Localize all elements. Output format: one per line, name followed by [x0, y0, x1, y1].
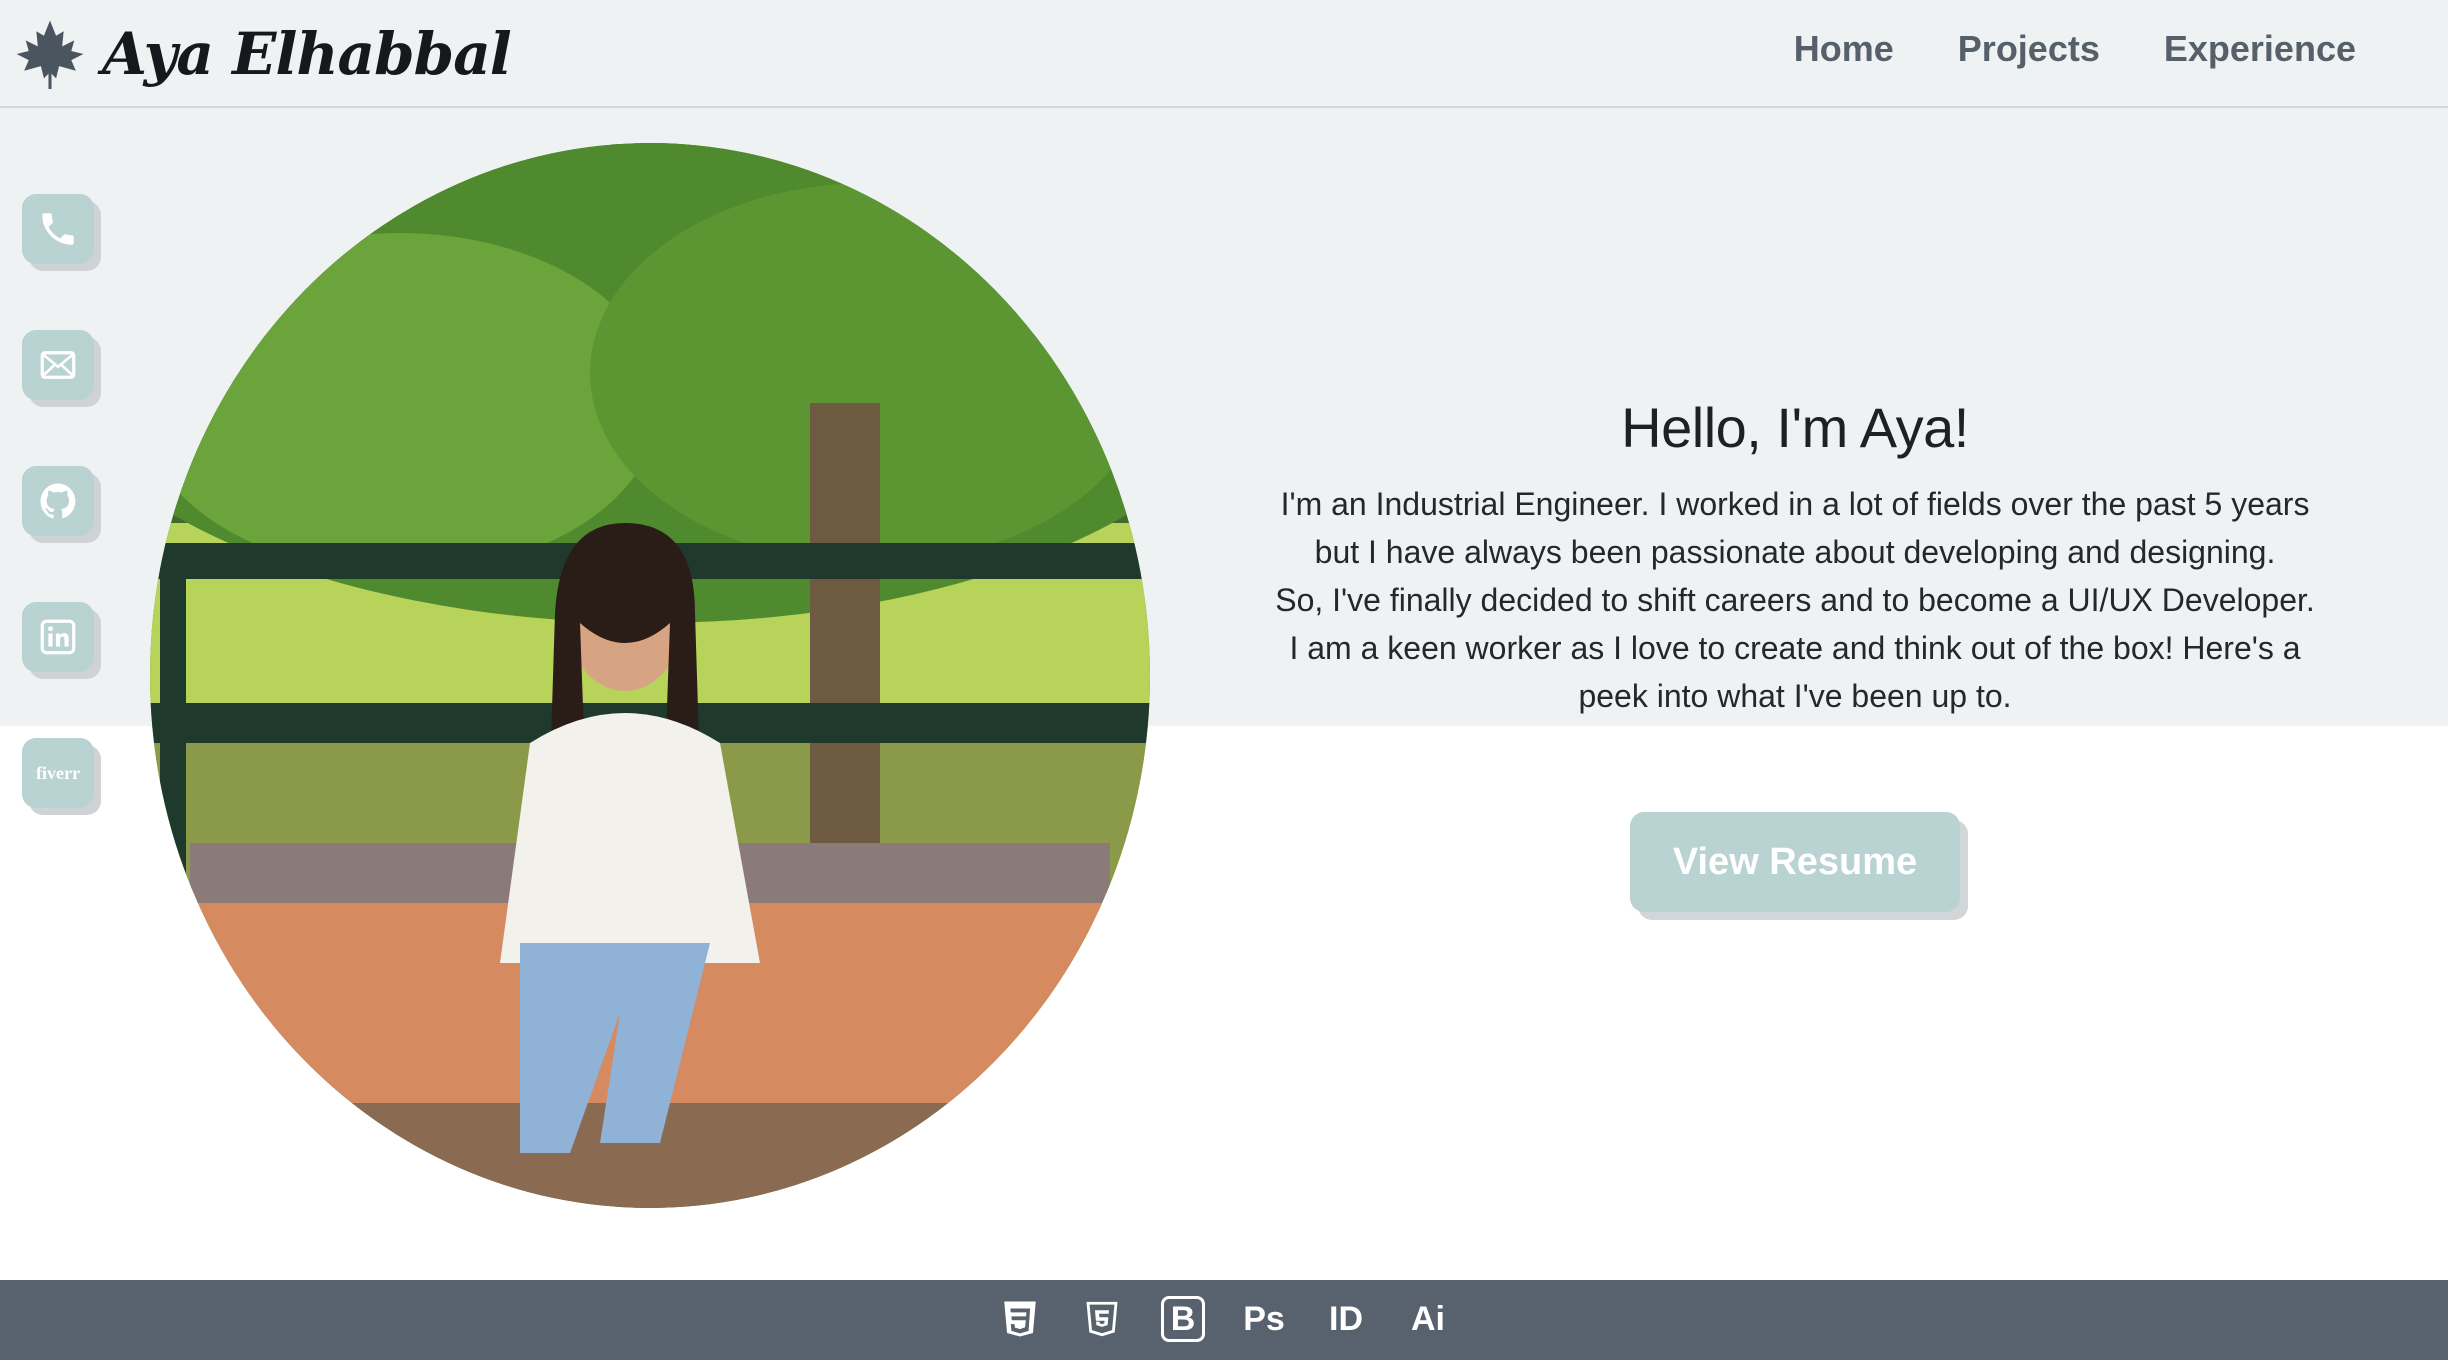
mail-icon [40, 351, 76, 379]
nav-experience[interactable]: Experience [2164, 28, 2356, 70]
phone-icon [42, 213, 74, 245]
photoshop-icon: Ps [1243, 1299, 1285, 1338]
github-button[interactable] [22, 466, 94, 536]
intro-text: I'm an Industrial Engineer. I worked in … [1230, 480, 2360, 720]
maple-leaf-icon [16, 20, 84, 89]
brand[interactable]: Aya Elhabbal [12, 12, 512, 96]
intro-line: So, I've finally decided to shift career… [1275, 582, 2315, 618]
illustrator-icon: Ai [1411, 1299, 1445, 1338]
tech-stack: B Ps ID Ai [0, 1296, 2448, 1342]
phone-button[interactable] [22, 194, 94, 264]
profile-photo [150, 143, 1150, 1208]
github-icon [40, 483, 76, 519]
nav-home[interactable]: Home [1794, 28, 1894, 70]
footer: B Ps ID Ai [0, 1280, 2448, 1360]
intro-line: but I have always been passionate about … [1314, 534, 2276, 570]
brand-name: Aya Elhabbal [102, 20, 512, 88]
view-resume-button[interactable]: View Resume [1630, 812, 1960, 912]
nav-links: Home Projects Experience [1794, 28, 2356, 70]
html5-icon [1079, 1296, 1125, 1342]
bootstrap-icon: B [1161, 1296, 1205, 1342]
intro-title: Hello, I'm Aya! [1621, 396, 1969, 459]
email-button[interactable] [22, 330, 94, 400]
indesign-icon: ID [1329, 1299, 1363, 1338]
nav-projects[interactable]: Projects [1958, 28, 2100, 70]
linkedin-button[interactable] [22, 602, 94, 672]
fiverr-icon: fiverr [36, 762, 80, 783]
fiverr-button[interactable]: fiverr [22, 738, 94, 808]
intro-line: I'm an Industrial Engineer. I worked in … [1280, 486, 2310, 522]
navbar: Aya Elhabbal Home Projects Experience [0, 0, 2448, 108]
intro-section: Hello, I'm Aya! I'm an Industrial Engine… [1230, 395, 2360, 720]
linkedin-icon [40, 619, 76, 655]
css3-icon [997, 1296, 1043, 1342]
intro-line: peek into what I've been up to. [1578, 678, 2012, 714]
intro-line: I am a keen worker as I love to create a… [1289, 630, 2301, 666]
